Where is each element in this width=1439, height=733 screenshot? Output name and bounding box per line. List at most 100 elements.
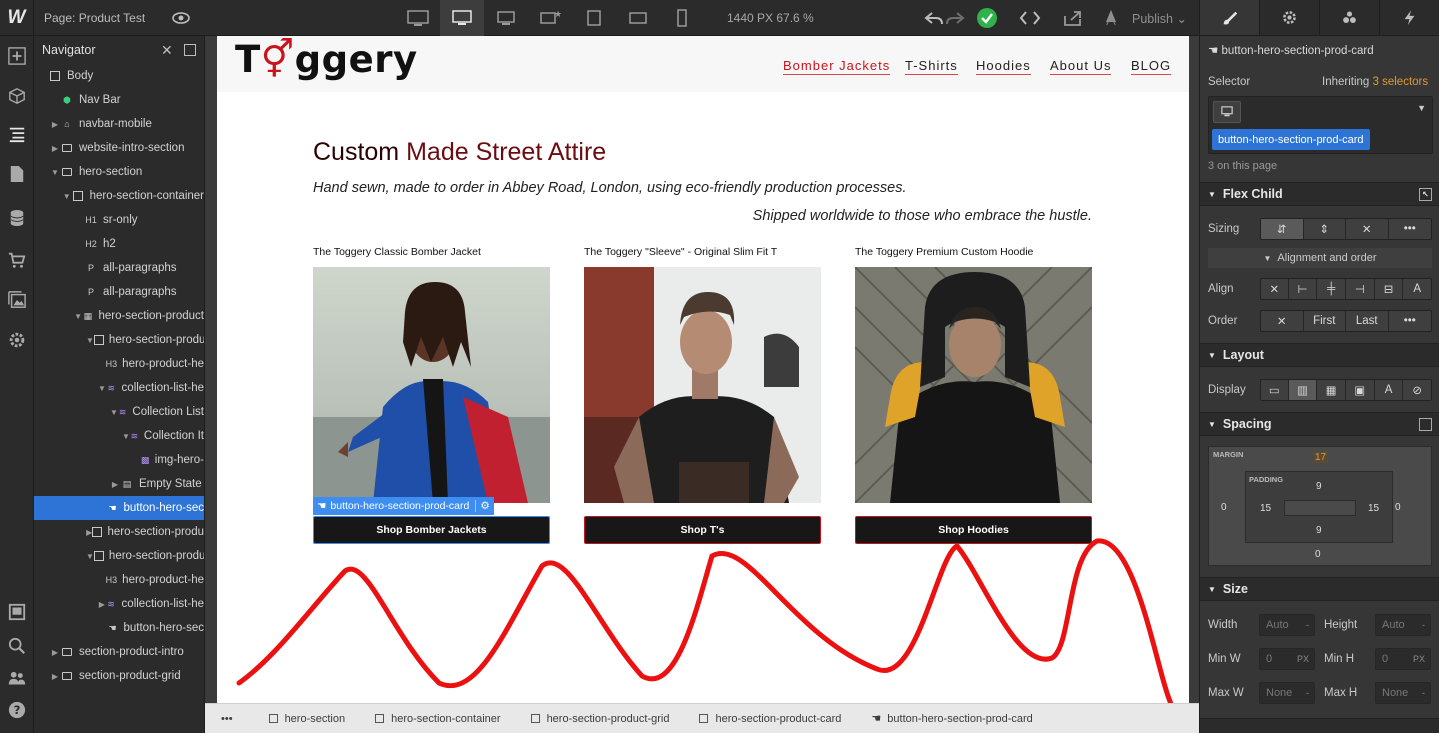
breadcrumb-item[interactable]: hero-section-product-grid	[513, 704, 682, 733]
page-selector[interactable]: Page: Product Test	[44, 11, 145, 25]
site-brand-logo[interactable]: T⚥ggery	[235, 38, 418, 81]
breadcrumb-item[interactable]: hero-section-product-card	[681, 704, 853, 733]
product-image-tshirt[interactable]	[584, 267, 821, 503]
caret-down-icon[interactable]: ▼	[110, 408, 118, 417]
selector-field[interactable]: ▼ button-hero-section-prod-card	[1208, 96, 1433, 154]
caret-right-icon[interactable]: ▶	[110, 480, 120, 489]
padding-right-value[interactable]: 15	[1368, 503, 1379, 514]
help-question-icon[interactable]: ?	[5, 698, 29, 722]
navigator-row[interactable]: ▶ website-intro-section	[34, 136, 204, 160]
display-block-icon[interactable]: ▭	[1261, 380, 1289, 400]
redo-icon[interactable]	[943, 7, 967, 29]
breadcrumb-item[interactable]: hero-section-container	[357, 704, 512, 733]
product-image-bomber[interactable]	[313, 267, 550, 503]
menu-link-tshirts[interactable]: T-Shirts	[905, 58, 958, 75]
navigator-row[interactable]: H3 hero-product-he	[34, 568, 204, 592]
caret-down-icon[interactable]: ▼	[86, 336, 94, 345]
selector-class-chip[interactable]: button-hero-section-prod-card	[1212, 129, 1370, 150]
navigator-row[interactable]: ▶ ⌂ navbar-mobile	[34, 112, 204, 136]
caret-down-icon[interactable]: ▼	[122, 432, 130, 441]
publish-rocket-icon[interactable]	[1099, 7, 1123, 29]
caret-down-icon[interactable]: ▼	[98, 384, 106, 393]
navigator-row[interactable]: ☚ button-hero-sec	[34, 496, 204, 520]
breadcrumb-item[interactable]: hero-section	[249, 704, 358, 733]
navigator-row[interactable]: ▼ hero-section-container	[34, 184, 204, 208]
align-end-icon[interactable]: ⊣	[1346, 279, 1375, 299]
breadcrumb-more-icon[interactable]: •••	[205, 704, 249, 733]
site-settings-gear-icon[interactable]	[5, 328, 29, 352]
hero-paragraph-1[interactable]: Hand sewn, made to order in Abbey Road, …	[313, 180, 907, 196]
breakpoint-base-star-icon[interactable]: ★	[528, 0, 572, 36]
hero-paragraph-2[interactable]: Shipped worldwide to those who embrace t…	[753, 208, 1092, 224]
expand-icon[interactable]: ↖	[1419, 188, 1432, 201]
min-width-unit[interactable]: PX	[1297, 654, 1309, 664]
menu-link-hoodies[interactable]: Hoodies	[976, 58, 1031, 75]
max-width-input[interactable]: None -	[1259, 682, 1315, 704]
display-none-icon[interactable]: ⊘	[1403, 380, 1431, 400]
breadcrumb-item[interactable]: ☚ button-hero-section-prod-card	[853, 704, 1044, 733]
order-last-button[interactable]: Last	[1346, 311, 1389, 331]
align-none-icon[interactable]: ✕	[1261, 279, 1289, 299]
sizing-grow-icon[interactable]: ⇕	[1303, 219, 1346, 239]
order-none-icon[interactable]: ✕	[1261, 311, 1304, 331]
display-inline-block-icon[interactable]: ▣	[1346, 380, 1375, 400]
caret-right-icon[interactable]: ▶	[50, 648, 60, 657]
menu-link-blog[interactable]: BLOG	[1131, 58, 1172, 75]
navigator-row[interactable]: Pall-paragraphs	[34, 256, 204, 280]
components-cube-icon[interactable]	[5, 84, 29, 108]
navigator-row[interactable]: H3 hero-product-he	[34, 352, 204, 376]
margin-box[interactable]: MARGIN 17 0 0 0 PADDING 9 15 9 15	[1208, 446, 1432, 566]
sizing-none-icon[interactable]: ✕	[1346, 219, 1389, 239]
alignment-and-order-toggle[interactable]: ▼ Alignment and order	[1208, 248, 1432, 268]
hero-heading[interactable]: Custom Made Street Attire	[313, 138, 606, 167]
caret-down-icon[interactable]: ▼	[74, 312, 82, 321]
code-export-icon[interactable]	[1018, 7, 1042, 29]
min-height-unit[interactable]: PX	[1413, 654, 1425, 664]
tab-style-brush-icon[interactable]	[1199, 0, 1259, 35]
tab-interactions-bolt-icon[interactable]	[1379, 0, 1439, 35]
breakpoint-mobile-landscape-icon[interactable]	[616, 0, 660, 36]
navigator-row[interactable]: Body	[34, 64, 204, 88]
sizing-more-icon[interactable]: •••	[1388, 219, 1431, 239]
align-center-icon[interactable]: ╪	[1317, 279, 1347, 299]
breakpoint-xxl-icon[interactable]	[396, 0, 440, 36]
selector-dropdown-chevron-icon[interactable]: ▼	[1417, 103, 1426, 113]
align-start-icon[interactable]: ⊢	[1288, 279, 1318, 299]
assets-images-icon[interactable]	[5, 288, 29, 312]
breakpoint-desktop-large-icon[interactable]	[440, 0, 484, 36]
max-height-input[interactable]: None -	[1375, 682, 1431, 704]
navigator-row[interactable]: ▶ hero-section-produ	[34, 520, 204, 544]
padding-bottom-value[interactable]: 9	[1316, 525, 1322, 536]
navigator-row[interactable]: ▶ section-product-grid	[34, 664, 204, 688]
expand-spacing-icon[interactable]	[1419, 418, 1432, 431]
inheriting-count[interactable]: 3 selectors	[1373, 76, 1429, 88]
flex-child-section-header[interactable]: ▼ Flex Child ↖	[1200, 182, 1439, 206]
navigator-row[interactable]: ▶ ≋ collection-list-he	[34, 592, 204, 616]
navigator-row[interactable]: ▼ hero-section-produ	[34, 544, 204, 568]
size-section-header[interactable]: ▼ Size	[1200, 577, 1439, 601]
navigator-row[interactable]: Pall-paragraphs	[34, 280, 204, 304]
element-settings-gear-icon[interactable]: ⚙	[475, 500, 490, 512]
add-panel-plus-icon[interactable]	[5, 44, 29, 68]
share-icon[interactable]	[1061, 7, 1085, 29]
page-canvas[interactable]: T⚥ggery Bomber Jackets T-Shirts Hoodies …	[217, 36, 1189, 703]
navigator-row[interactable]: H2 h2	[34, 232, 204, 256]
navigator-row[interactable]: ▼ hero-section	[34, 160, 204, 184]
navigator-row[interactable]: ▶ section-product-intro	[34, 640, 204, 664]
navigator-row[interactable]: ▶ ▤ Empty State	[34, 472, 204, 496]
min-height-input[interactable]: 0 PX	[1375, 648, 1431, 670]
padding-box[interactable]: PADDING 9 15 9 15	[1245, 471, 1393, 543]
navigator-row[interactable]: ▩ img-hero-	[34, 448, 204, 472]
menu-link-bomber-jackets[interactable]: Bomber Jackets	[783, 58, 891, 75]
publish-button[interactable]: Publish ⌄	[1132, 11, 1187, 26]
margin-top-value[interactable]: 17	[1313, 452, 1329, 463]
product-card-hoodie[interactable]: The Toggery Premium Custom Hoodie Shop H…	[855, 246, 1092, 544]
tab-style-manager-drops-icon[interactable]	[1319, 0, 1379, 35]
margin-left-value[interactable]: 0	[1221, 502, 1227, 513]
navigator-row[interactable]: ▼ hero-section-produ	[34, 328, 204, 352]
caret-right-icon[interactable]: ▶	[98, 600, 106, 609]
padding-top-value[interactable]: 9	[1316, 481, 1322, 492]
breakpoint-tablet-icon[interactable]	[572, 0, 616, 36]
saved-check-icon[interactable]	[975, 7, 999, 29]
collaborators-people-icon[interactable]	[5, 666, 29, 690]
